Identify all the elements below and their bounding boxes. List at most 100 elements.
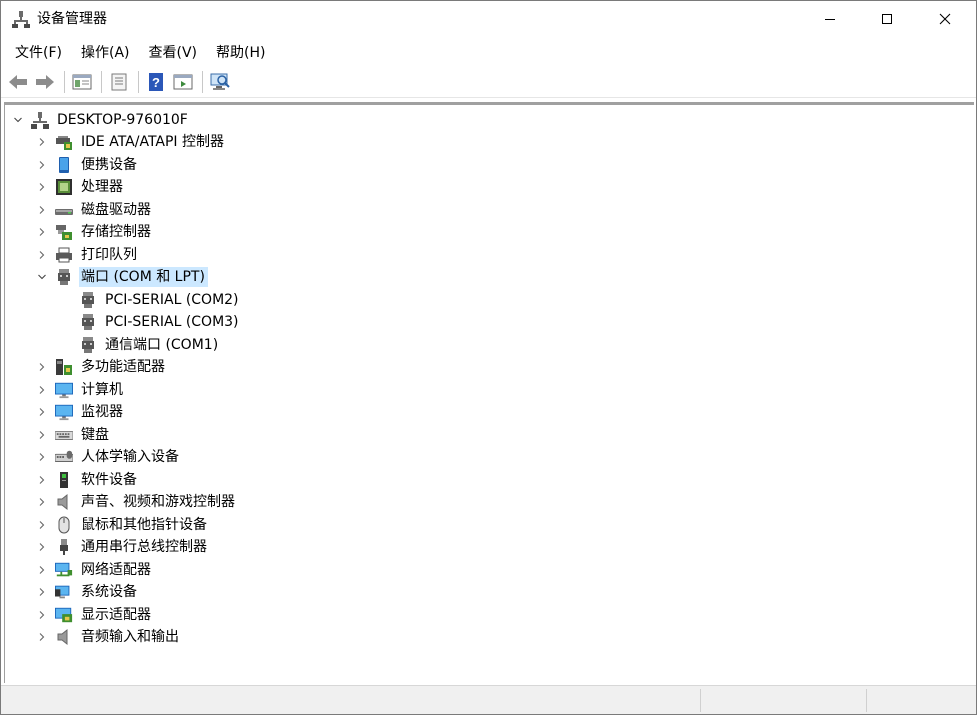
menu-view[interactable]: 查看(V): [141, 39, 206, 67]
properties-icon: [111, 73, 127, 91]
update-driver-icon: [173, 74, 193, 90]
chevron-right-icon[interactable]: [37, 160, 47, 170]
monitor-icon: [55, 403, 73, 421]
minimize-button[interactable]: [801, 1, 859, 37]
chevron-right-icon[interactable]: [37, 227, 47, 237]
tree-item-label: 显示适配器: [81, 607, 151, 623]
chevron-right-icon[interactable]: [37, 542, 47, 552]
tree-item-keyboards[interactable]: 键盘: [37, 424, 112, 446]
chevron-right-icon[interactable]: [37, 497, 47, 507]
update-driver-button[interactable]: [171, 70, 195, 94]
chevron-right-icon[interactable]: [37, 362, 47, 372]
tree-item-port-com1[interactable]: 通信端口 (COM1): [79, 334, 221, 356]
tree-item-print-queues[interactable]: 打印队列: [37, 244, 140, 266]
tree-item-label: 网络适配器: [81, 562, 151, 578]
menu-help[interactable]: 帮助(H): [208, 39, 273, 67]
menu-action[interactable]: 操作(A): [73, 39, 138, 67]
title-bar[interactable]: 设备管理器: [1, 1, 976, 37]
tree-item-ide-controller[interactable]: IDE ATA/ATAPI 控制器: [37, 131, 227, 153]
maximize-button[interactable]: [858, 1, 916, 37]
tree-item-software-devices[interactable]: 软件设备: [37, 469, 140, 491]
tree-item-audio-io[interactable]: 音频输入和输出: [37, 626, 182, 648]
chevron-right-icon[interactable]: [37, 182, 47, 192]
port-icon: [79, 336, 97, 354]
show-hide-console-tree-button[interactable]: [70, 70, 94, 94]
chevron-right-icon[interactable]: [37, 407, 47, 417]
tree-item-label: 处理器: [81, 179, 123, 195]
tree-item-label: 音频输入和输出: [81, 629, 179, 645]
tree-item-label: 键盘: [81, 427, 109, 443]
properties-button[interactable]: [107, 70, 131, 94]
chevron-right-icon[interactable]: [37, 565, 47, 575]
tree-item-label: 通用串行总线控制器: [81, 539, 207, 555]
tree-item-mice[interactable]: 鼠标和其他指针设备: [37, 514, 210, 536]
tree-item-ports[interactable]: 端口 (COM 和 LPT): [37, 266, 208, 288]
ide-controller-icon: [55, 133, 73, 151]
tree-item-label: 人体学输入设备: [81, 449, 179, 465]
tree-item-processors[interactable]: 处理器: [37, 176, 126, 198]
tree-item-storage-controllers[interactable]: 存储控制器: [37, 221, 154, 243]
tree-item-label: IDE ATA/ATAPI 控制器: [81, 134, 225, 150]
svg-text:?: ?: [152, 75, 160, 90]
multifunction-adapter-icon: [55, 358, 73, 376]
chevron-down-icon[interactable]: [37, 272, 47, 282]
chevron-down-icon[interactable]: [13, 115, 23, 125]
tree-item-network-adapters[interactable]: 网络适配器: [37, 559, 154, 581]
hid-icon: [55, 448, 73, 466]
forward-button[interactable]: [33, 70, 57, 94]
chevron-right-icon[interactable]: [37, 452, 47, 462]
tree-item-system-devices[interactable]: 系统设备: [37, 581, 140, 603]
tree-item-label: 通信端口 (COM1): [105, 337, 219, 353]
device-tree[interactable]: DESKTOP-976010F IDE ATA/ATAPI 控制器 便携设备 处…: [4, 102, 974, 683]
tree-item-portable-devices[interactable]: 便携设备: [37, 154, 140, 176]
port-icon: [79, 313, 97, 331]
close-icon: [939, 13, 951, 25]
device-manager-icon: [12, 10, 30, 28]
chevron-right-icon[interactable]: [37, 137, 47, 147]
chevron-right-icon[interactable]: [37, 587, 47, 597]
help-button[interactable]: ?: [144, 70, 168, 94]
tree-item-multifunction-adapters[interactable]: 多功能适配器: [37, 356, 168, 378]
tree-item-hid[interactable]: 人体学输入设备: [37, 446, 182, 468]
chevron-right-icon[interactable]: [37, 610, 47, 620]
chevron-right-icon[interactable]: [37, 250, 47, 260]
window-title: 设备管理器: [37, 11, 107, 27]
tree-item-label: 软件设备: [81, 472, 137, 488]
tree-item-monitors[interactable]: 监视器: [37, 401, 126, 423]
mouse-icon: [55, 516, 73, 534]
maximize-icon: [882, 14, 892, 24]
computer-icon: [55, 381, 73, 399]
tree-item-label: 端口 (COM 和 LPT): [79, 267, 208, 287]
tree-item-display-adapters[interactable]: 显示适配器: [37, 604, 154, 626]
tree-item-label: 多功能适配器: [81, 359, 165, 375]
tree-item-port-com3[interactable]: PCI-SERIAL (COM3): [79, 311, 242, 333]
audio-io-icon: [55, 628, 73, 646]
tree-root[interactable]: DESKTOP-976010F: [13, 109, 191, 131]
chevron-right-icon[interactable]: [37, 430, 47, 440]
properties-panel-icon: [72, 74, 92, 90]
tree-item-computer[interactable]: 计算机: [37, 379, 126, 401]
tree-item-label: 磁盘驱动器: [81, 202, 151, 218]
chevron-right-icon[interactable]: [37, 632, 47, 642]
device-manager-window: 设备管理器 文件(F) 操作(A) 查看(V) 帮助(H) ? DESKTOP-…: [0, 0, 977, 715]
chevron-right-icon[interactable]: [37, 385, 47, 395]
storage-controller-icon: [55, 223, 73, 241]
toolbar-separator: [202, 71, 203, 93]
toolbar-separator: [101, 71, 102, 93]
software-device-icon: [55, 471, 73, 489]
chevron-right-icon[interactable]: [37, 520, 47, 530]
tree-item-sound-video-game[interactable]: 声音、视频和游戏控制器: [37, 491, 238, 513]
menu-file[interactable]: 文件(F): [7, 39, 70, 67]
tree-item-port-com2[interactable]: PCI-SERIAL (COM2): [79, 289, 242, 311]
tree-root-label: DESKTOP-976010F: [57, 112, 188, 128]
tree-item-disk-drives[interactable]: 磁盘驱动器: [37, 199, 154, 221]
chevron-right-icon[interactable]: [37, 475, 47, 485]
tree-item-usb-controllers[interactable]: 通用串行总线控制器: [37, 536, 210, 558]
tree-item-label: 打印队列: [81, 247, 137, 263]
chevron-right-icon[interactable]: [37, 205, 47, 215]
back-button[interactable]: [6, 70, 30, 94]
close-button[interactable]: [916, 1, 974, 37]
scan-hardware-button[interactable]: [208, 70, 232, 94]
back-icon: [9, 75, 27, 89]
forward-icon: [36, 75, 54, 89]
